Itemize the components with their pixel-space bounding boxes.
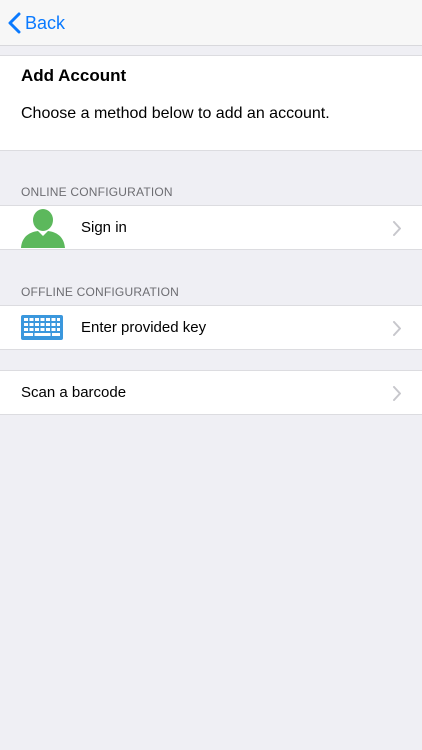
- page-description: Choose a method below to add an account.: [21, 105, 330, 122]
- user-silhouette-icon: [21, 209, 65, 248]
- page-title: Add Account: [21, 66, 127, 85]
- section-header-online: ONLINE CONFIGURATION: [21, 185, 173, 199]
- back-button[interactable]: Back: [8, 9, 65, 37]
- chevron-right-icon: [393, 221, 401, 236]
- chevron-right-icon: [393, 321, 401, 336]
- chevron-left-icon: [8, 12, 21, 34]
- navigation-bar: Back: [0, 0, 422, 46]
- sign-in-label: Sign in: [81, 219, 127, 236]
- keyboard-icon: [21, 315, 63, 340]
- scan-barcode-label: Scan a barcode: [21, 384, 127, 401]
- section-header-offline: OFFLINE CONFIGURATION: [21, 285, 179, 299]
- enter-provided-key-label: Enter provided key: [81, 319, 207, 336]
- scan-barcode-row[interactable]: Scan a barcode: [0, 370, 422, 415]
- back-button-label: Back: [25, 12, 66, 33]
- add-account-intro-card: Add Account Choose a method below to add…: [0, 55, 422, 151]
- enter-provided-key-row[interactable]: Enter provided key: [0, 305, 422, 350]
- sign-in-row[interactable]: Sign in: [0, 205, 422, 250]
- chevron-right-icon: [393, 386, 401, 401]
